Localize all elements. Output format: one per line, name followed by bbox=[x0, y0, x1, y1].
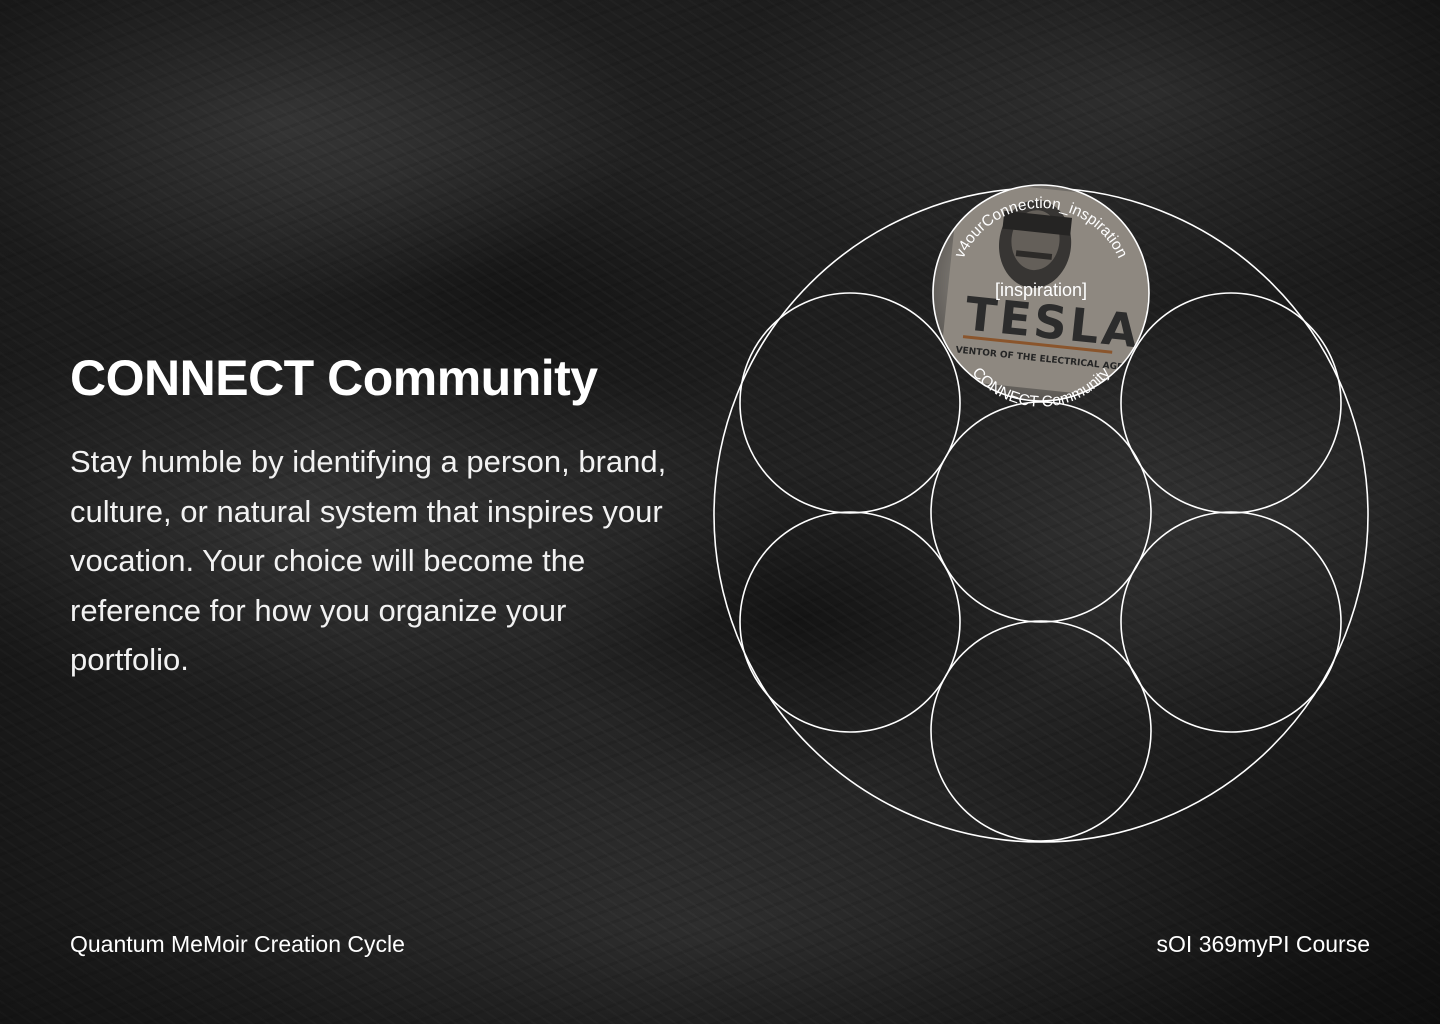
flower-of-life-diagram: TESLA VENTOR OF THE ELECTRICAL AGE v4our… bbox=[700, 175, 1380, 855]
upper-left-circle[interactable] bbox=[739, 292, 961, 514]
lower-left-circle[interactable] bbox=[739, 511, 961, 733]
center-circle[interactable] bbox=[930, 401, 1152, 623]
bottom-circle[interactable] bbox=[930, 620, 1152, 842]
diagram-svg: TESLA VENTOR OF THE ELECTRICAL AGE v4our… bbox=[713, 184, 1369, 843]
slide-heading: CONNECT Community bbox=[70, 350, 598, 406]
slide: CONNECT Community Stay humble by identif… bbox=[0, 0, 1440, 1024]
inspiration-center-label: [inspiration] bbox=[995, 280, 1087, 300]
slide-body-text: Stay humble by identifying a person, bra… bbox=[70, 444, 667, 677]
lower-right-circle[interactable] bbox=[1120, 511, 1342, 733]
footer-right-label: sOI 369myPI Course bbox=[1156, 931, 1370, 957]
footer-left-label: Quantum MeMoir Creation Cycle bbox=[70, 931, 405, 957]
